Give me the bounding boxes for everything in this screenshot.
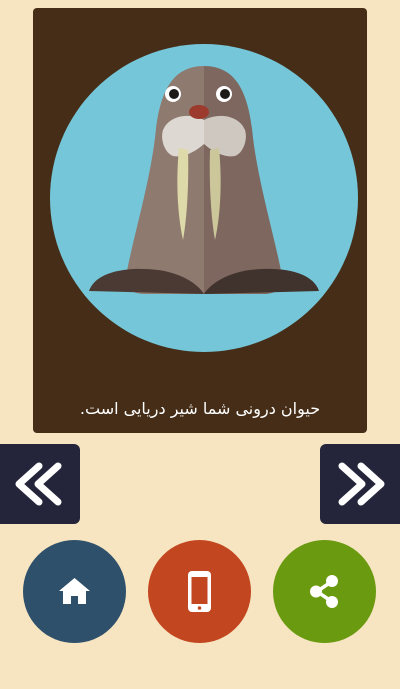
next-button[interactable] [320,444,400,524]
previous-button[interactable] [0,444,80,524]
home-button[interactable] [23,540,126,643]
walrus-illustration [50,44,358,352]
double-chevron-left-icon [15,462,62,506]
double-chevron-right-icon [338,462,385,506]
phone-button[interactable] [148,540,251,643]
home-icon [59,578,90,604]
result-caption: حیوان درونی شما شیر دریایی است. [79,399,321,418]
result-card: حیوان درونی شما شیر دریایی است. [33,8,367,433]
share-button[interactable] [273,540,376,643]
phone-icon [188,571,211,612]
app-screen: حیوان درونی شما شیر دریایی است. [0,0,400,689]
share-icon [310,575,338,608]
